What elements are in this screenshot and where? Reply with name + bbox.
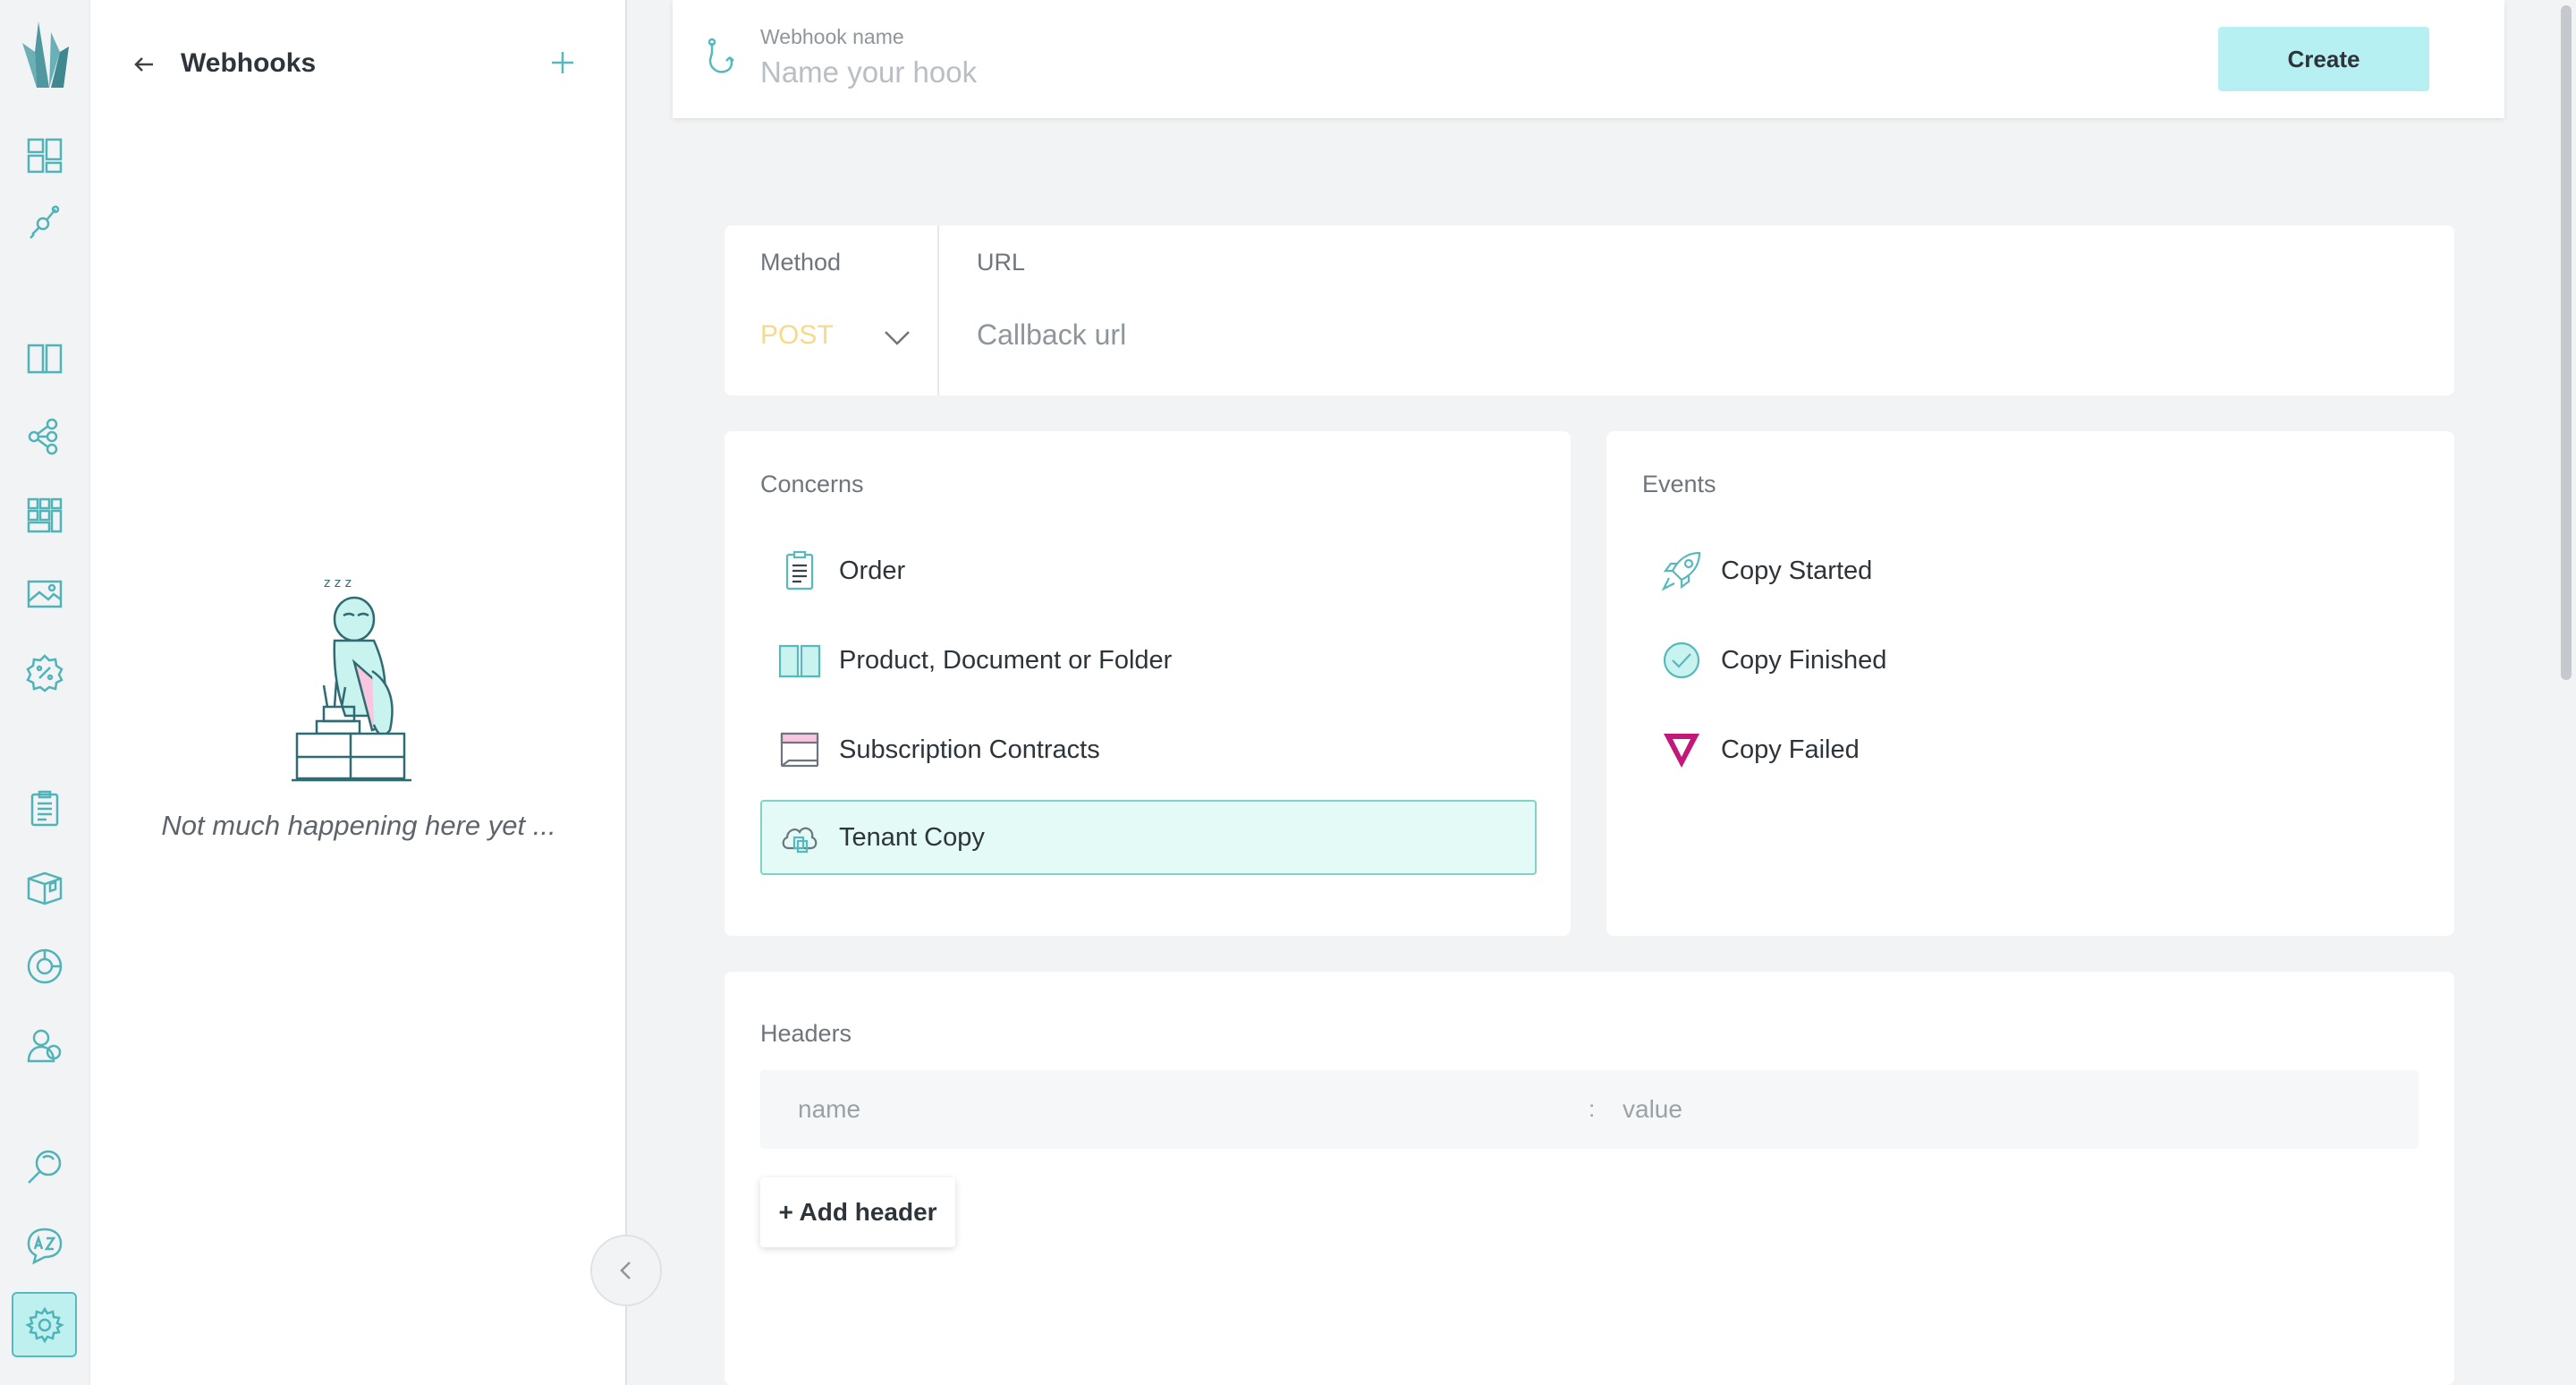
hierarchy-icon[interactable] bbox=[23, 415, 66, 458]
integrations-icon[interactable] bbox=[23, 200, 66, 243]
chevron-left-icon bbox=[620, 1262, 631, 1279]
clipboard-icon bbox=[776, 548, 823, 594]
event-label: Copy Finished bbox=[1721, 645, 1887, 675]
orders-clipboard-icon[interactable] bbox=[23, 787, 66, 830]
webhook-name-bar: Webhook name Create bbox=[673, 0, 2504, 118]
check-circle-icon bbox=[1658, 637, 1705, 684]
event-item-copy-failed[interactable]: Copy Failed bbox=[1642, 712, 2419, 787]
header-value-input[interactable] bbox=[1623, 1090, 2392, 1129]
add-header-button[interactable]: + Add header bbox=[760, 1177, 955, 1247]
scrollbar-thumb[interactable] bbox=[2561, 5, 2572, 680]
media-image-icon[interactable] bbox=[23, 573, 66, 616]
svg-text:z z z: z z z bbox=[324, 576, 352, 591]
event-item-copy-started[interactable]: Copy Started bbox=[1642, 533, 2419, 608]
icon-rail bbox=[0, 0, 90, 1385]
concern-label: Subscription Contracts bbox=[839, 735, 1100, 764]
concern-item-subscription[interactable]: Subscription Contracts bbox=[760, 712, 1537, 787]
url-label: URL bbox=[977, 249, 1026, 276]
grid-modules-icon[interactable] bbox=[23, 494, 66, 537]
discount-percent-icon[interactable] bbox=[23, 651, 66, 694]
webhooks-list-panel: Webhooks z z z Not much happening here y… bbox=[90, 0, 627, 1385]
method-url-card: Method POST URL bbox=[724, 225, 2454, 395]
sleeping-sloth-illustration: z z z bbox=[292, 576, 411, 782]
webhook-name-input[interactable] bbox=[760, 55, 1655, 89]
add-webhook-icon[interactable] bbox=[548, 48, 577, 77]
back-arrow-icon[interactable] bbox=[130, 50, 158, 79]
concern-label: Order bbox=[839, 556, 906, 585]
empty-state-text: Not much happening here yet ... bbox=[161, 810, 556, 841]
headers-card: Headers : + Add header bbox=[724, 972, 2454, 1385]
hook-icon bbox=[708, 38, 734, 73]
concerns-card: Concerns Order Product, Document or Fold… bbox=[724, 431, 1571, 936]
header-name-input[interactable] bbox=[798, 1090, 1567, 1129]
page-scrollbar[interactable] bbox=[2556, 0, 2576, 1385]
rocket-icon bbox=[1658, 548, 1705, 594]
concern-label: Tenant Copy bbox=[839, 822, 985, 852]
dashboard-icon[interactable] bbox=[23, 134, 66, 177]
app-root: Webhooks z z z Not much happening here y… bbox=[0, 0, 2576, 1385]
translations-icon[interactable] bbox=[23, 1224, 66, 1267]
concern-item-product[interactable]: Product, Document or Folder bbox=[760, 623, 1537, 698]
headers-title: Headers bbox=[760, 1020, 852, 1047]
cloud-copy-icon bbox=[776, 814, 823, 861]
method-select[interactable]: POST bbox=[724, 297, 937, 378]
header-separator: : bbox=[1589, 1095, 1596, 1122]
chevron-down-icon bbox=[885, 331, 910, 345]
concern-item-tenant-copy[interactable]: Tenant Copy bbox=[760, 800, 1537, 875]
events-title: Events bbox=[1642, 471, 1716, 497]
failed-triangle-icon bbox=[1658, 726, 1705, 773]
callback-url-input[interactable] bbox=[977, 319, 2408, 352]
concern-label: Product, Document or Folder bbox=[839, 645, 1173, 675]
analytics-pie-icon[interactable] bbox=[23, 945, 66, 988]
users-icon[interactable] bbox=[23, 1024, 66, 1066]
crystal-logo-icon[interactable] bbox=[17, 16, 72, 88]
concerns-title: Concerns bbox=[760, 471, 864, 497]
event-item-copy-finished[interactable]: Copy Finished bbox=[1642, 623, 2419, 698]
catalog-book-icon[interactable] bbox=[23, 336, 66, 379]
event-label: Copy Failed bbox=[1721, 735, 1860, 764]
panel-title: Webhooks bbox=[181, 48, 317, 78]
search-icon[interactable] bbox=[23, 1145, 66, 1188]
calendar-icon bbox=[776, 726, 823, 773]
settings-gear-icon[interactable] bbox=[12, 1292, 77, 1357]
create-button[interactable]: Create bbox=[2218, 27, 2429, 91]
header-row: : bbox=[760, 1070, 2419, 1149]
method-label: Method bbox=[760, 249, 842, 276]
webhook-name-label: Webhook name bbox=[760, 25, 904, 48]
concern-item-order[interactable]: Order bbox=[760, 533, 1537, 608]
events-card: Events Copy Started Copy Finished Copy F… bbox=[1606, 431, 2454, 936]
product-box-icon[interactable] bbox=[23, 866, 66, 909]
collapse-panel-button[interactable] bbox=[590, 1235, 662, 1306]
method-url-divider bbox=[937, 225, 939, 395]
method-value: POST bbox=[760, 320, 834, 350]
book-icon bbox=[776, 637, 823, 684]
event-label: Copy Started bbox=[1721, 556, 1873, 585]
